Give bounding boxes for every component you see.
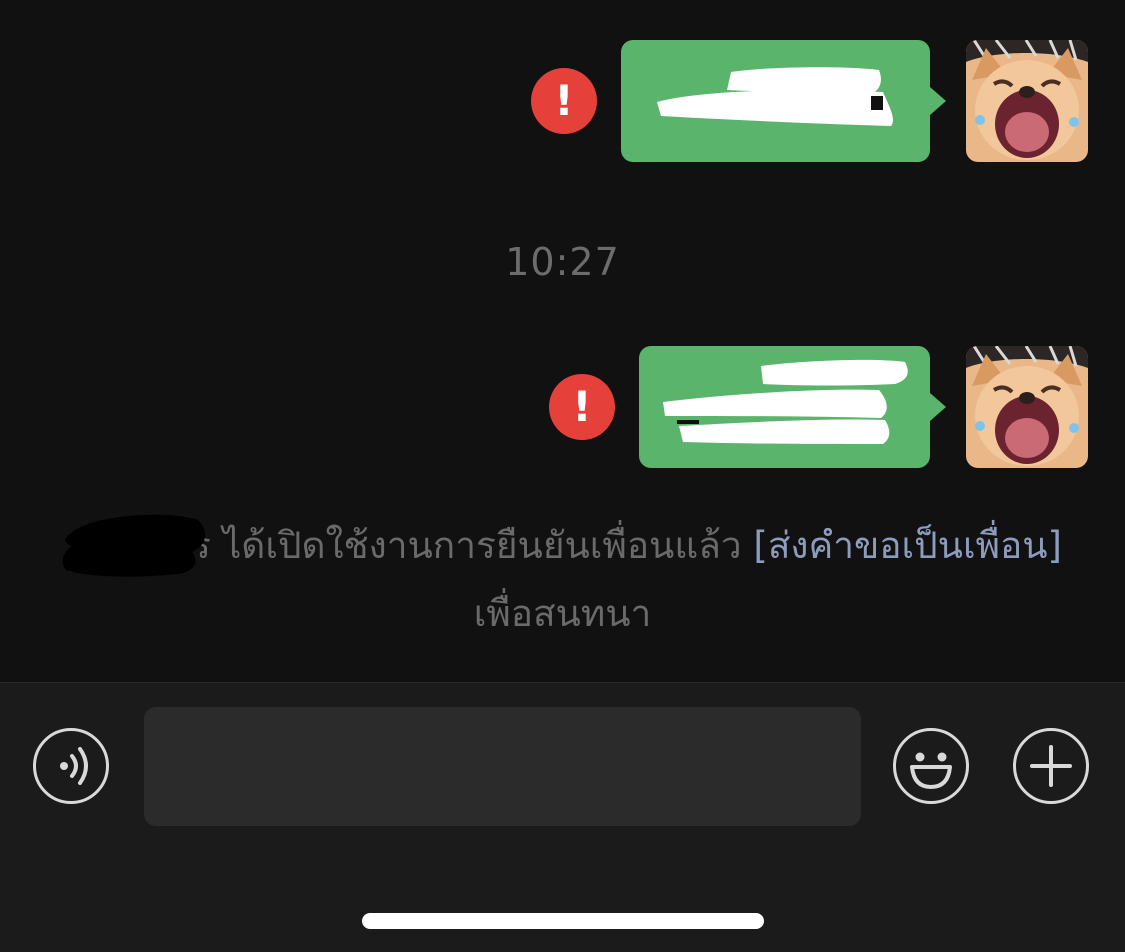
redacted-name — [62, 514, 206, 577]
emoji-icon — [910, 752, 952, 789]
message-input[interactable] — [144, 707, 861, 826]
voice-button[interactable] — [33, 728, 109, 804]
friend-verification-notice: ร ได้เปิดใช้งานการยืนยันเพื่อนแล้ว [ส่งค… — [60, 512, 1065, 648]
shiba-crying-sticker-icon — [966, 346, 1088, 468]
input-bar — [0, 682, 1125, 952]
sender-avatar[interactable] — [966, 40, 1088, 162]
notice-text: ได้เปิดใช้งานการยืนยันเพื่อนแล้ว — [222, 524, 754, 567]
voice-icon — [60, 747, 88, 785]
emoji-button[interactable] — [893, 728, 969, 804]
sender-avatar[interactable] — [966, 346, 1088, 468]
chat-history[interactable]: ! 10:27 ! ร ได้เปิดใช้งานการยืนยันเพื่อน… — [0, 0, 1125, 682]
error-icon[interactable]: ! — [531, 68, 597, 134]
bubble-tail — [930, 87, 946, 115]
message-bubble[interactable] — [639, 346, 930, 468]
chat-screen: ! 10:27 ! ร ได้เปิดใช้งานการยืนยันเพื่อน… — [0, 0, 1125, 952]
plus-icon — [1030, 745, 1072, 787]
redaction-scribble — [657, 67, 894, 126]
message-row: ! — [0, 40, 1125, 164]
message-row: ! — [0, 346, 1125, 470]
notice-text-end: เพื่อสนทนา — [473, 592, 652, 635]
send-friend-request-link[interactable]: [ส่งคำขอเป็นเพื่อน] — [753, 524, 1062, 567]
redaction-scribble — [663, 359, 908, 444]
message-bubble[interactable] — [621, 40, 930, 162]
home-indicator — [362, 913, 764, 929]
error-icon[interactable]: ! — [549, 374, 615, 440]
shiba-crying-sticker-icon — [966, 40, 1088, 162]
bubble-tail — [930, 393, 946, 421]
add-button[interactable] — [1013, 728, 1089, 804]
timestamp: 10:27 — [505, 240, 620, 284]
